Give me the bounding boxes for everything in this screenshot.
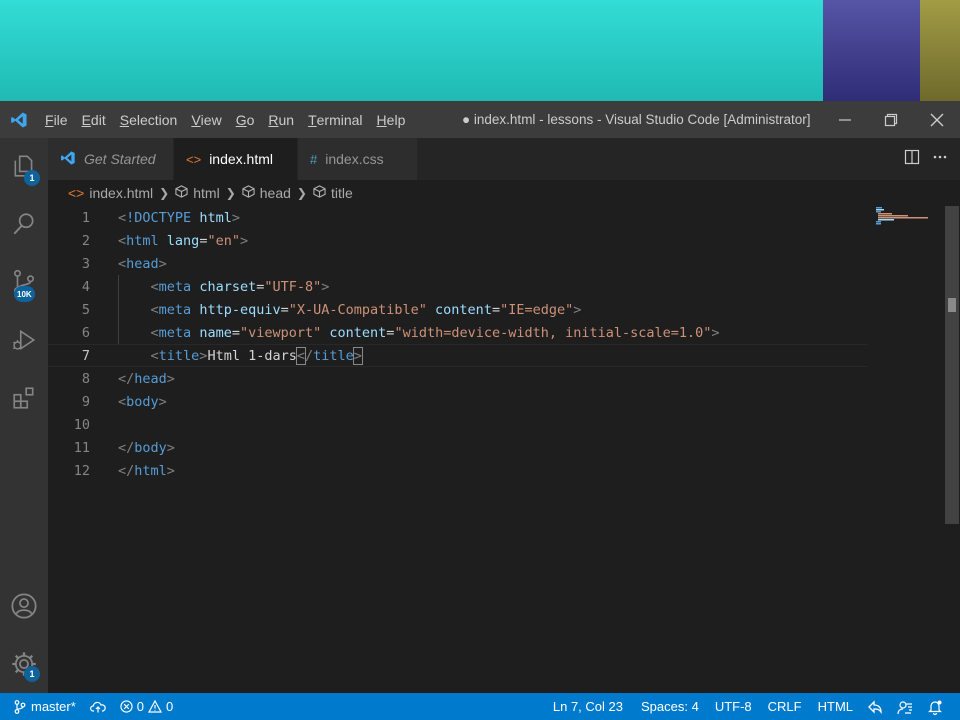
search-button[interactable] bbox=[0, 200, 48, 248]
cursor-position[interactable]: Ln 7, Col 23 bbox=[546, 693, 630, 720]
restore-icon bbox=[884, 113, 898, 126]
css-file-icon: # bbox=[310, 151, 318, 167]
tab-actions bbox=[904, 138, 948, 180]
feedback-button[interactable] bbox=[890, 693, 920, 720]
window-title: ● index.html - lessons - Visual Studio C… bbox=[462, 112, 811, 127]
window-controls bbox=[822, 101, 960, 138]
minimize-button[interactable] bbox=[822, 101, 868, 138]
menu-edit[interactable]: Edit bbox=[75, 101, 113, 138]
symbol-element-icon bbox=[242, 185, 255, 201]
editor-tabs: Get Started <> index.html # index.css bbox=[48, 138, 960, 180]
warning-icon bbox=[148, 700, 163, 713]
tab-label: index.css bbox=[325, 151, 384, 167]
code-editor[interactable]: 1 <!DOCTYPE html> 2 <html lang="en"> 3 <… bbox=[48, 206, 944, 693]
tab-index-css[interactable]: # index.css bbox=[298, 138, 418, 180]
tab-index-html[interactable]: <> index.html bbox=[174, 138, 298, 180]
menu-terminal[interactable]: Terminal bbox=[301, 101, 369, 138]
search-icon bbox=[13, 213, 34, 235]
split-editor-icon[interactable] bbox=[904, 149, 920, 170]
code-line[interactable]: 3 <head> bbox=[48, 252, 868, 275]
notifications-button[interactable] bbox=[920, 693, 950, 720]
settings-badge: 1 bbox=[24, 666, 40, 682]
explorer-button[interactable]: 1 bbox=[0, 142, 48, 190]
error-icon bbox=[120, 700, 133, 713]
scrollbar-thumb[interactable] bbox=[945, 206, 959, 524]
close-icon bbox=[930, 113, 944, 126]
desktop-background bbox=[0, 0, 960, 101]
more-actions-icon[interactable] bbox=[932, 149, 948, 170]
code-line-current[interactable]: 7 <title>Html 1-dars</title> bbox=[48, 344, 868, 367]
git-branch-icon bbox=[14, 699, 26, 714]
cloud-upload-icon bbox=[89, 701, 106, 712]
html-file-icon: <> bbox=[68, 185, 85, 201]
code-line[interactable]: 1 <!DOCTYPE html> bbox=[48, 206, 868, 229]
symbol-element-icon bbox=[313, 185, 326, 201]
feedback-icon bbox=[897, 700, 912, 714]
status-bar: master* 0 0 Ln 7, Col 23 Spaces: 4 UTF-8… bbox=[0, 693, 960, 720]
desktop-block-purple bbox=[823, 0, 920, 101]
tab-label: Get Started bbox=[84, 151, 156, 167]
breadcrumb-html[interactable]: html bbox=[175, 185, 220, 201]
code-line[interactable]: 6 <meta name="viewport" content="width=d… bbox=[48, 321, 868, 344]
end-of-line[interactable]: CRLF bbox=[761, 693, 809, 720]
menu-selection[interactable]: Selection bbox=[113, 101, 185, 138]
code-line[interactable]: 4 <meta charset="UTF-8"> bbox=[48, 275, 868, 298]
code-line[interactable]: 2 <html lang="en"> bbox=[48, 229, 868, 252]
tab-label: index.html bbox=[209, 151, 273, 167]
menu-file[interactable]: File bbox=[38, 101, 75, 138]
encoding[interactable]: UTF-8 bbox=[708, 693, 759, 720]
run-debug-button[interactable] bbox=[0, 316, 48, 364]
restore-button[interactable] bbox=[868, 101, 914, 138]
chevron-right-icon: ❯ bbox=[225, 186, 236, 200]
git-branch-button[interactable]: master* bbox=[0, 693, 83, 720]
problems-button[interactable]: 0 0 bbox=[113, 693, 180, 720]
breadcrumb-file[interactable]: <> index.html bbox=[68, 185, 153, 201]
breadcrumb-title[interactable]: title bbox=[313, 185, 353, 201]
code-line[interactable]: 10 bbox=[48, 413, 868, 436]
explorer-badge: 1 bbox=[24, 170, 40, 186]
code-line[interactable]: 8 </head> bbox=[48, 367, 868, 390]
breadcrumb-head[interactable]: head bbox=[242, 185, 291, 201]
code-line[interactable]: 11 </body> bbox=[48, 436, 868, 459]
chevron-right-icon: ❯ bbox=[296, 186, 307, 200]
menu-view[interactable]: View bbox=[184, 101, 228, 138]
code-line[interactable]: 12 </html> bbox=[48, 459, 868, 482]
status-right: Ln 7, Col 23 Spaces: 4 UTF-8 CRLF HTML bbox=[546, 693, 950, 720]
minimize-icon bbox=[839, 118, 851, 121]
title-bar: File Edit Selection View Go Run Terminal… bbox=[0, 101, 960, 138]
menu-help[interactable]: Help bbox=[370, 101, 413, 138]
live-share-icon bbox=[868, 699, 882, 714]
minimap[interactable] bbox=[874, 206, 946, 226]
cursor-position-marker bbox=[948, 298, 956, 312]
bell-icon bbox=[928, 700, 942, 715]
menu-run[interactable]: Run bbox=[261, 101, 301, 138]
close-window-button[interactable] bbox=[914, 101, 960, 138]
scm-badge: 10K bbox=[14, 286, 35, 302]
chevron-right-icon: ❯ bbox=[159, 186, 170, 200]
vscode-logo-icon bbox=[60, 150, 76, 169]
account-icon bbox=[11, 593, 37, 619]
symbol-element-icon bbox=[175, 185, 188, 201]
language-mode[interactable]: HTML bbox=[811, 693, 860, 720]
indentation[interactable]: Spaces: 4 bbox=[634, 693, 706, 720]
manage-button[interactable]: 1 bbox=[0, 640, 48, 688]
breadcrumb: <> index.html ❯ html ❯ head ❯ title bbox=[48, 180, 960, 206]
code-line[interactable]: 9 <body> bbox=[48, 390, 868, 413]
html-file-icon: <> bbox=[186, 151, 202, 167]
activity-bar: 1 10K 1 bbox=[0, 138, 48, 693]
vscode-logo-icon bbox=[0, 111, 38, 129]
menu-go[interactable]: Go bbox=[229, 101, 262, 138]
live-share-button[interactable] bbox=[860, 693, 890, 720]
extensions-icon bbox=[13, 387, 34, 409]
sync-button[interactable] bbox=[83, 693, 113, 720]
extensions-button[interactable] bbox=[0, 374, 48, 422]
accounts-button[interactable] bbox=[0, 582, 48, 630]
code-line[interactable]: 5 <meta http-equiv="X-UA-Compatible" con… bbox=[48, 298, 868, 321]
tab-get-started[interactable]: Get Started bbox=[48, 138, 174, 180]
run-debug-icon bbox=[12, 329, 36, 351]
source-control-button[interactable]: 10K bbox=[0, 258, 48, 306]
menu-bar: File Edit Selection View Go Run Terminal… bbox=[38, 101, 412, 138]
desktop-block-olive bbox=[920, 0, 960, 101]
